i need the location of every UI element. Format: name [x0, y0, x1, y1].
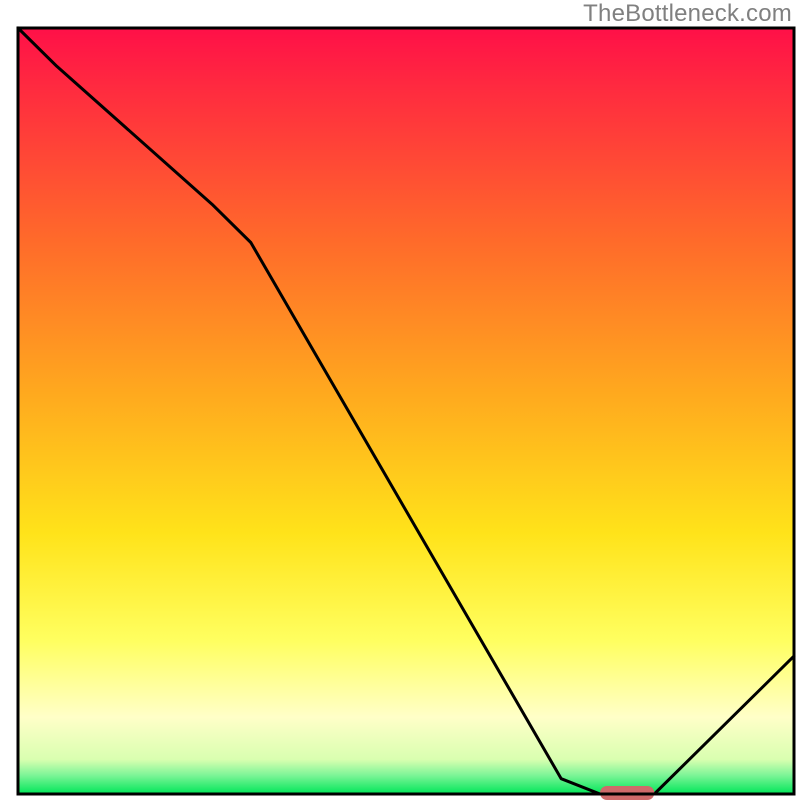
bottleneck-chart: [0, 0, 800, 800]
plot-background: [18, 28, 794, 794]
chart-container: { "attribution": "TheBottleneck.com", "c…: [0, 0, 800, 800]
attribution-text: TheBottleneck.com: [583, 0, 792, 28]
